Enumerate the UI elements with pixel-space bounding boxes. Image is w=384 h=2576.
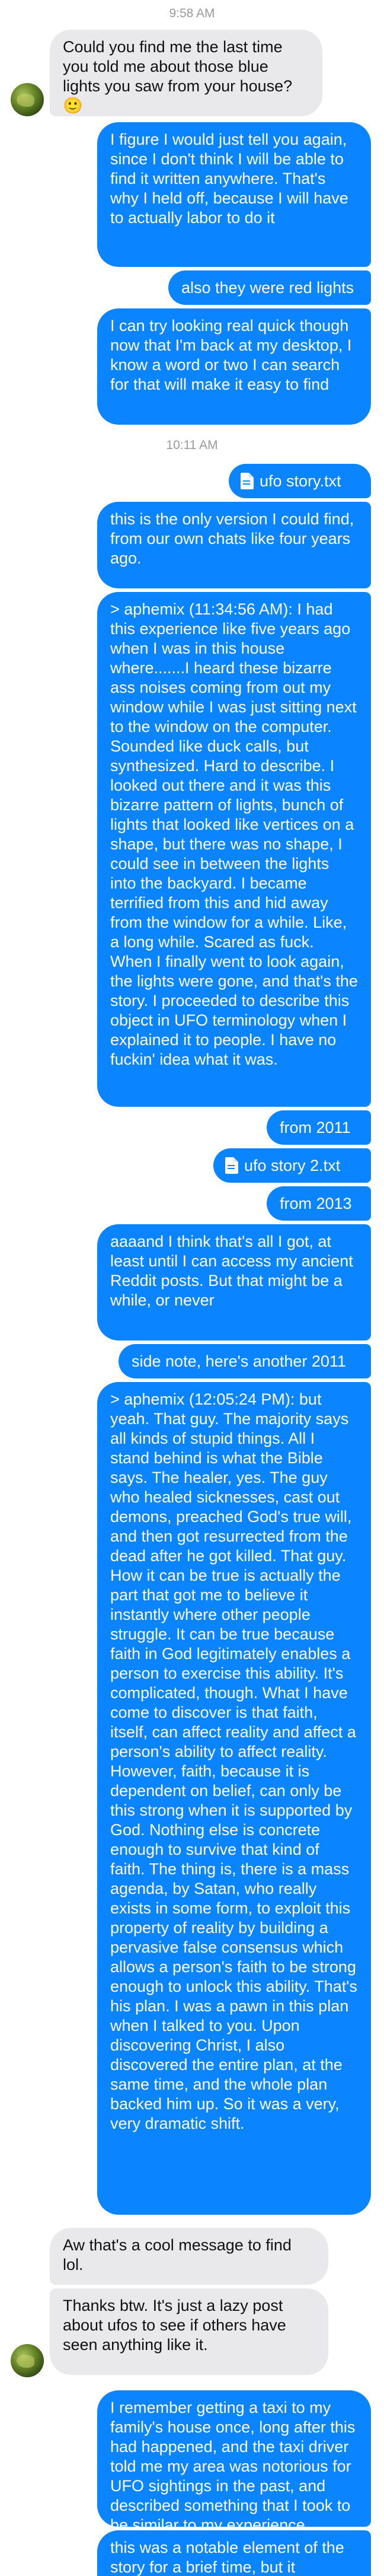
message-bubble-outgoing[interactable]: from 2013 <box>267 1186 371 1221</box>
message-bubble-outgoing[interactable]: I figure I would just tell you again, si… <box>97 122 371 267</box>
file-attachment[interactable]: ufo story.txt <box>229 464 371 498</box>
message-bubble-outgoing[interactable]: aaaand I think that's all I got, at leas… <box>97 1224 371 1340</box>
message-bubble-outgoing[interactable]: this was a notable element of the story … <box>97 2530 371 2576</box>
timestamp: 10:11 AM <box>166 438 218 452</box>
file-name: ufo story.txt <box>260 472 341 490</box>
message-bubble-outgoing[interactable]: side note, here's another 2011 <box>119 1344 371 1378</box>
message-bubble-outgoing[interactable]: > aphemix (12:05:24 PM): but yeah. That … <box>97 1382 371 2215</box>
message-bubble-incoming[interactable]: Could you find me the last time you told… <box>50 30 322 116</box>
message-bubble-incoming[interactable]: Aw that's a cool message to find lol. <box>50 2228 328 2285</box>
message-bubble-outgoing[interactable]: I can try looking real quick though now … <box>97 308 371 425</box>
message-bubble-incoming[interactable]: Thanks btw. It's just a lazy post about … <box>50 2288 328 2375</box>
file-name: ufo story 2.txt <box>244 1156 341 1174</box>
file-icon <box>225 1157 238 1174</box>
message-bubble-outgoing[interactable]: from 2011 <box>267 1110 371 1145</box>
file-attachment[interactable]: ufo story 2.txt <box>213 1148 371 1183</box>
timestamp: 9:58 AM <box>169 7 215 20</box>
message-bubble-outgoing[interactable]: > aphemix (11:34:56 AM): I had this expe… <box>97 592 371 1107</box>
file-icon <box>241 473 254 489</box>
message-bubble-outgoing[interactable]: I remember getting a taxi to my family's… <box>97 2390 371 2527</box>
contact-avatar[interactable] <box>11 83 44 116</box>
message-bubble-outgoing[interactable]: also they were red lights <box>168 270 371 305</box>
contact-avatar[interactable] <box>11 2344 44 2377</box>
message-bubble-outgoing[interactable]: this is the only version I could find, f… <box>97 502 371 588</box>
